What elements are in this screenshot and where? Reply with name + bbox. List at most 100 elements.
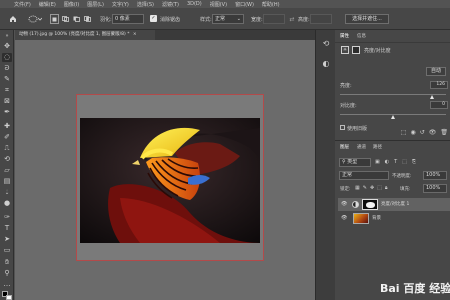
menu-filter[interactable]: 滤镜(T)	[162, 1, 179, 8]
clip-to-layer-icon[interactable]: ⬚	[401, 129, 407, 138]
close-tab-icon[interactable]: ×	[133, 32, 137, 37]
style-select-value: 正常	[215, 16, 226, 22]
marquee-tool-preset-icon[interactable]	[27, 14, 43, 24]
rectangle-tool-icon[interactable]: ▭	[2, 246, 12, 255]
layer-name[interactable]: 亮度/对比度 1	[381, 198, 409, 211]
home-icon[interactable]	[8, 14, 18, 24]
history-brush-tool-icon[interactable]: ⟲	[2, 155, 12, 164]
lock-pixels-icon[interactable]: ✎	[363, 185, 367, 192]
blend-mode-select[interactable]: 正常	[339, 171, 389, 180]
brightness-slider-handle[interactable]	[429, 95, 434, 99]
background-color-swatch[interactable]	[6, 295, 12, 300]
adjustment-title: 亮度/对比度	[364, 48, 391, 54]
crop-tool-icon[interactable]: ⌗	[2, 86, 12, 95]
layer-name[interactable]: 背景	[372, 212, 381, 225]
frame-tool-icon[interactable]: ⊠	[2, 97, 12, 106]
menu-type[interactable]: 文字(Y)	[112, 1, 129, 8]
select-and-mask-button[interactable]: 选择并遮住...	[345, 14, 389, 24]
zoom-tool-icon[interactable]: ⚲	[2, 269, 12, 278]
brush-tool-icon[interactable]: ✐	[2, 133, 12, 142]
history-panel-icon[interactable]: ⟲	[320, 38, 332, 50]
pen-tool-icon[interactable]: ✑	[2, 213, 12, 222]
layer-filter-select[interactable]: ⚲ 类型	[339, 158, 371, 167]
tab-info[interactable]: 信息	[357, 33, 366, 41]
adjustment-filter-icon[interactable]: ◐	[385, 159, 389, 166]
eyedropper-tool-icon[interactable]: ✒	[2, 108, 12, 117]
intersect-selection-icon[interactable]	[83, 14, 92, 24]
menu-view[interactable]: 视图(V)	[210, 1, 227, 8]
height-input[interactable]	[310, 14, 332, 24]
type-filter-icon[interactable]: T	[394, 159, 397, 166]
menu-edit[interactable]: 编辑(E)	[39, 1, 56, 8]
fill-input[interactable]: 100%	[423, 184, 447, 193]
visibility-eye-icon[interactable]: 👁︎	[341, 212, 347, 225]
tab-channels[interactable]: 通道	[357, 144, 366, 152]
lock-transparent-icon[interactable]: ▦	[355, 185, 360, 192]
path-selection-tool-icon[interactable]: ➤	[2, 235, 12, 244]
baidu-watermark: Bai 百度 经验	[380, 282, 450, 295]
more-tools-icon[interactable]: …	[2, 280, 12, 289]
quick-select-tool-icon[interactable]: ✎	[2, 75, 12, 84]
mask-icon[interactable]	[352, 46, 360, 54]
photo-golden-pheasant	[80, 118, 260, 243]
shape-filter-icon[interactable]: ⬚	[402, 159, 407, 166]
marquee-tool-icon[interactable]: ◌	[2, 53, 12, 62]
auto-button[interactable]: 自动	[426, 67, 446, 76]
healing-brush-tool-icon[interactable]: ✚	[2, 122, 12, 131]
lock-all-icon[interactable]: 🔒︎	[385, 185, 388, 192]
lock-position-icon[interactable]: ✥	[370, 185, 374, 192]
add-selection-icon[interactable]	[61, 14, 70, 24]
hand-tool-icon[interactable]: ✋︎	[2, 258, 12, 267]
lasso-tool-icon[interactable]: ᘐ	[2, 64, 12, 73]
layer-mask-thumbnail[interactable]	[362, 199, 378, 210]
gradient-tool-icon[interactable]: ▤	[2, 177, 12, 186]
swap-dimensions-icon[interactable]: ⇄	[288, 14, 296, 24]
document-tab[interactable]: 动物 (17).jpg @ 100% (亮度/对比度 1, 图层蒙版/8) * …	[15, 30, 155, 40]
opacity-input[interactable]: 100%	[423, 171, 447, 180]
move-tool-icon[interactable]: ✥	[2, 42, 12, 51]
width-input[interactable]	[263, 14, 285, 24]
lock-label: 锁定:	[340, 187, 351, 192]
new-selection-icon[interactable]	[50, 14, 59, 24]
menu-file[interactable]: 文件(F)	[14, 1, 31, 8]
antialias-label: 消除锯齿	[160, 17, 181, 23]
visibility-icon[interactable]: 👁︎	[429, 129, 437, 138]
toolbar-collapse-icon[interactable]: »	[2, 32, 12, 41]
tab-layers[interactable]: 图层	[340, 144, 349, 152]
type-tool-icon[interactable]: T	[2, 224, 12, 233]
chevron-down-icon: ⌄	[236, 16, 241, 22]
menu-select[interactable]: 选择(S)	[137, 1, 154, 8]
menu-layer[interactable]: 图层(L)	[87, 1, 104, 8]
adjustments-panel-icon[interactable]: ◐	[320, 58, 332, 70]
menu-image[interactable]: 图像(I)	[64, 1, 79, 8]
layer-filter-icons: ▣ ◐ T ⬚ ⎘	[375, 159, 445, 166]
pixel-filter-icon[interactable]: ▣	[375, 159, 380, 166]
subtract-selection-icon[interactable]	[72, 14, 81, 24]
layer-row[interactable]: 👁︎ 背景	[338, 212, 450, 225]
tab-paths[interactable]: 路径	[373, 144, 382, 152]
menu-3d[interactable]: 3D(D)	[187, 1, 202, 7]
visibility-eye-icon[interactable]: 👁︎	[341, 198, 347, 211]
blur-tool-icon[interactable]: 💧︎	[2, 188, 12, 197]
document-tab-title: 动物 (17).jpg @ 100% (亮度/对比度 1, 图层蒙版/8) *	[19, 32, 130, 37]
tab-properties[interactable]: 属性	[340, 33, 349, 41]
antialias-checkbox[interactable]: ✓	[150, 15, 157, 22]
lock-icons: ▦ ✎ ✥ ⬚ 🔒︎	[355, 185, 395, 192]
smart-object-filter-icon[interactable]: ⎘	[412, 159, 416, 166]
delete-adjustment-icon[interactable]: 🗑︎	[440, 129, 448, 138]
lock-artboard-icon[interactable]: ⬚	[377, 185, 382, 192]
menu-help[interactable]: 帮助(H)	[262, 1, 280, 8]
legacy-checkbox[interactable]	[340, 125, 345, 130]
clone-stamp-tool-icon[interactable]: ⎍	[2, 144, 12, 153]
contrast-input[interactable]: 0	[430, 101, 448, 109]
menu-window[interactable]: 窗口(W)	[235, 1, 254, 8]
view-previous-icon[interactable]: ◉	[410, 129, 415, 138]
style-select[interactable]: 正常 ⌄	[212, 14, 244, 24]
layer-row[interactable]: 👁︎ 亮度/对比度 1	[338, 198, 450, 211]
feather-input[interactable]: 0 像素	[112, 14, 144, 24]
contrast-slider-handle[interactable]	[390, 115, 395, 119]
brightness-input[interactable]: 126	[430, 81, 448, 89]
dodge-tool-icon[interactable]: ●	[2, 199, 12, 208]
reset-icon[interactable]: ↺	[420, 129, 425, 138]
eraser-tool-icon[interactable]: ▱	[2, 166, 12, 175]
